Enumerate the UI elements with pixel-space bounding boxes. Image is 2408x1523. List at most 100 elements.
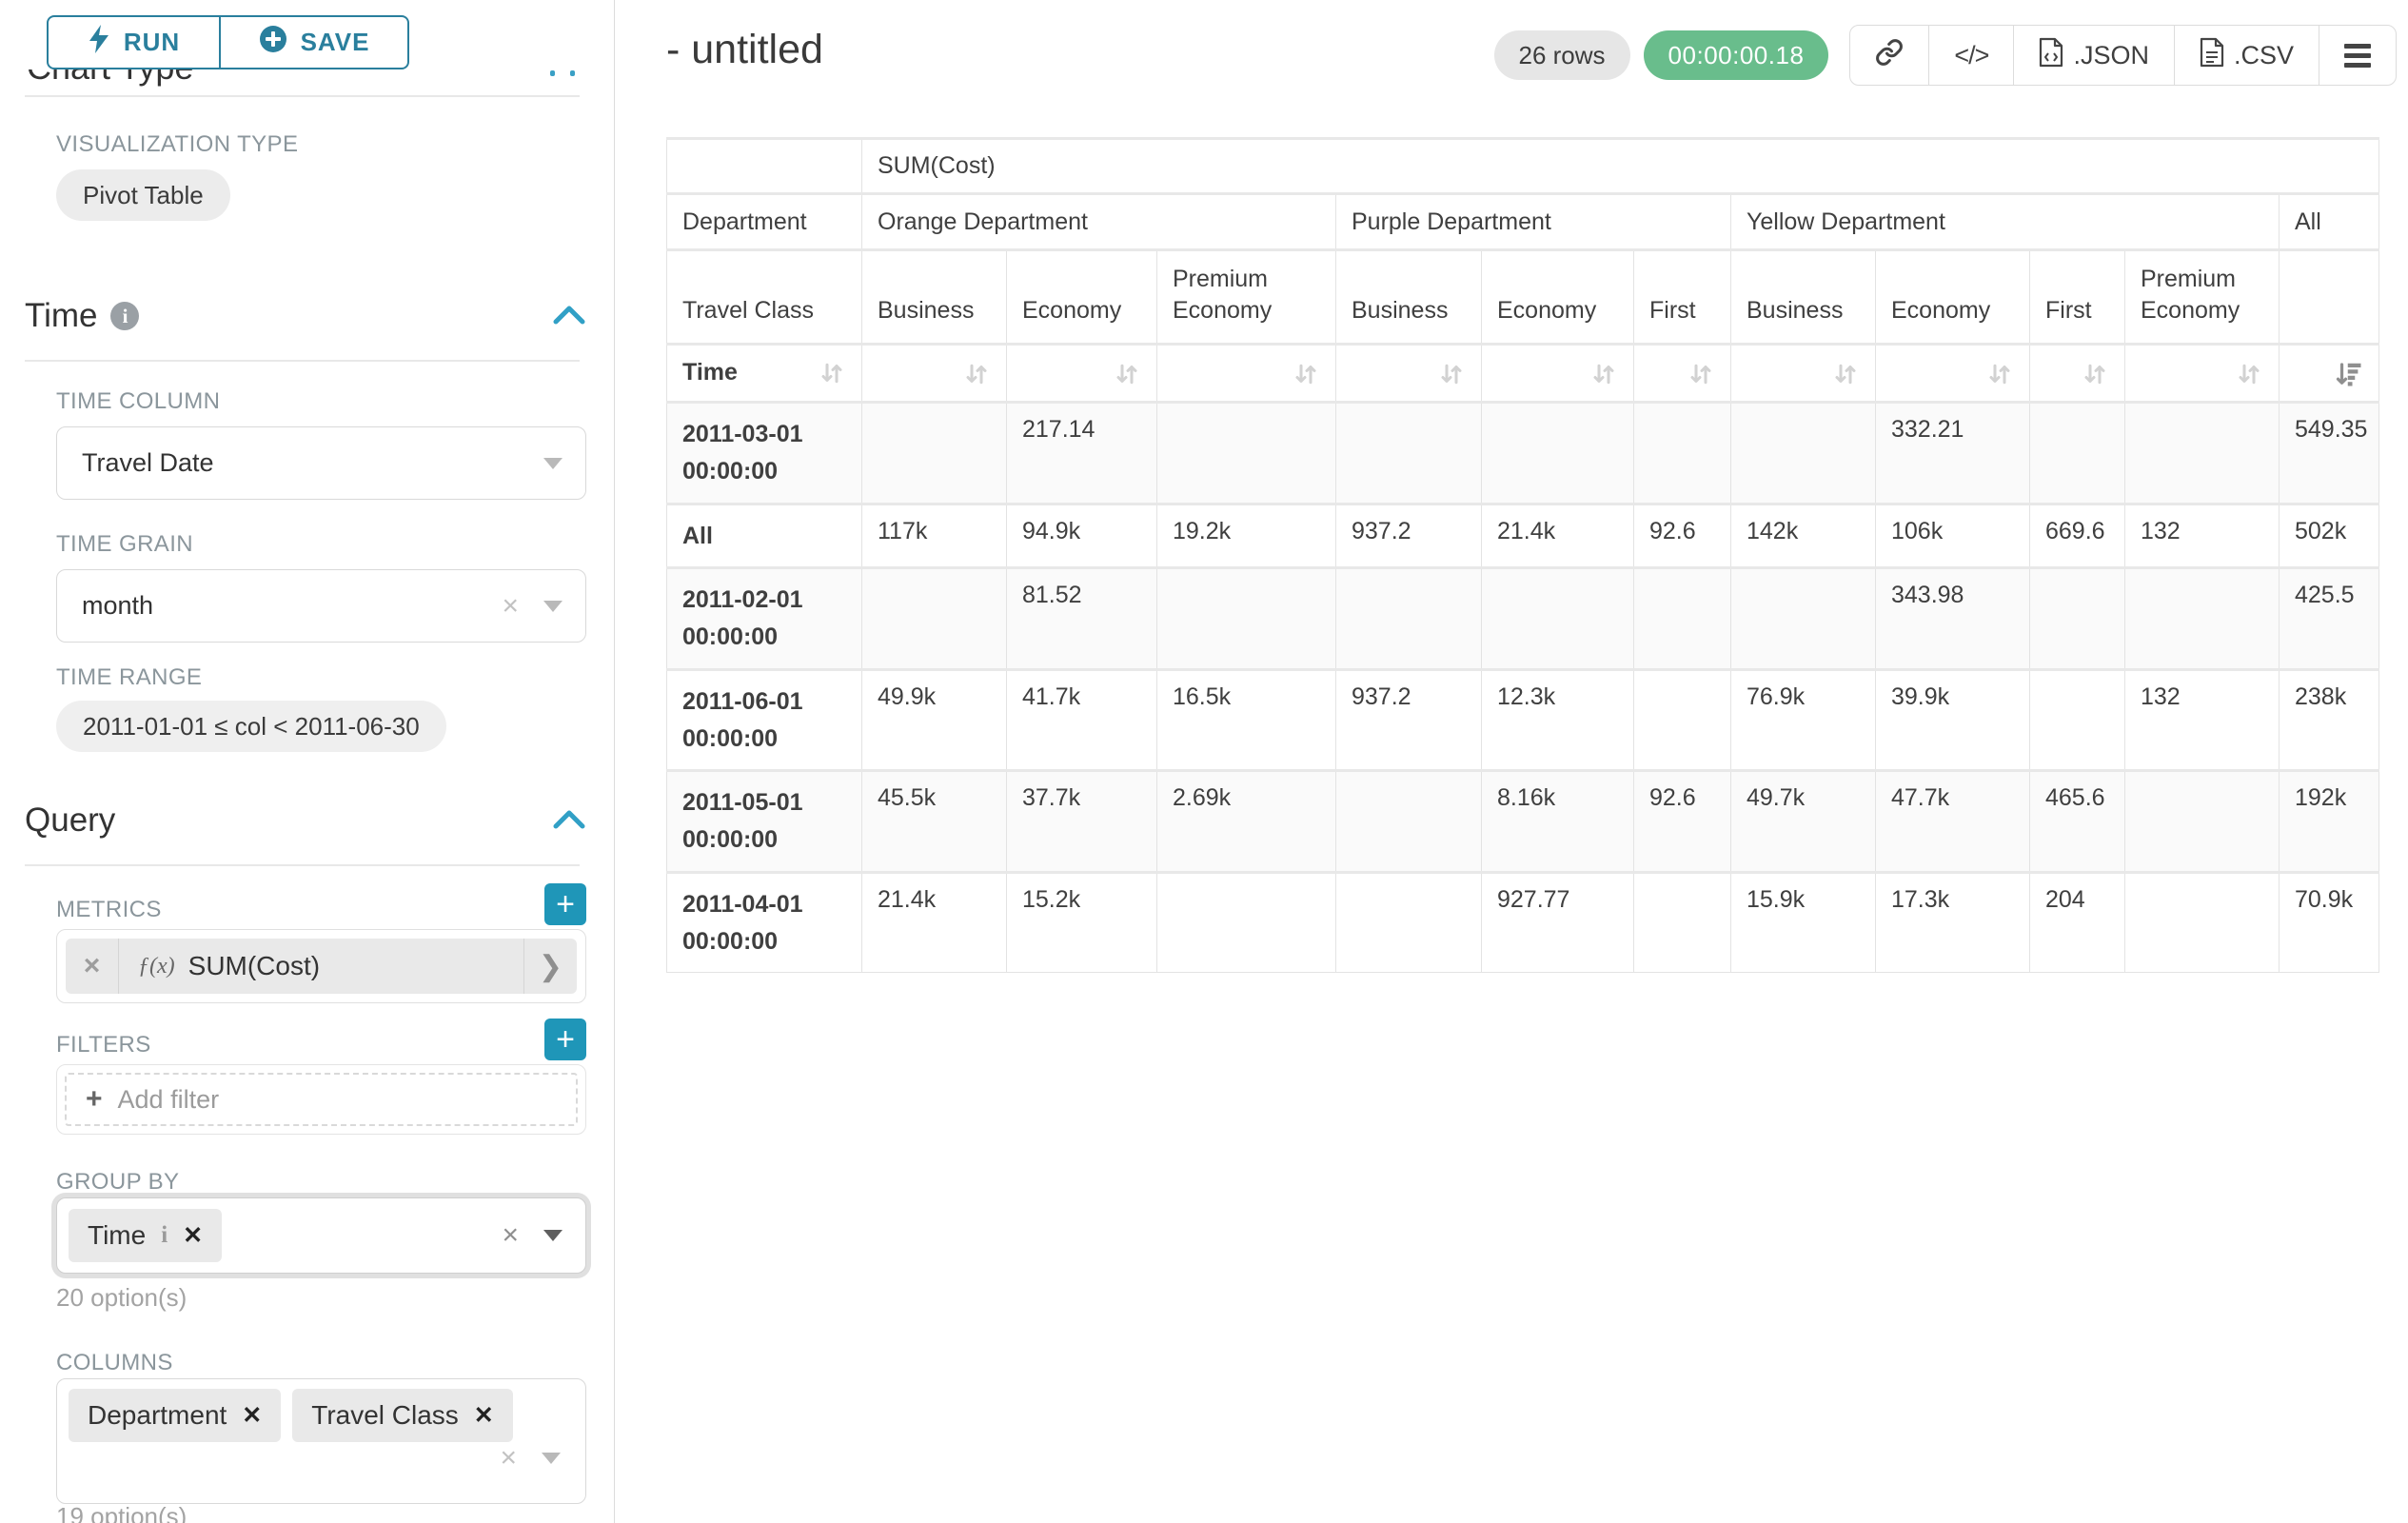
pivot-value-cell: 21.4k xyxy=(1482,504,1634,568)
pivot-value-cell xyxy=(1482,568,1634,670)
plus-icon: + xyxy=(86,1083,103,1116)
sort-icon[interactable] xyxy=(1292,360,1320,388)
sort-cell[interactable] xyxy=(1482,345,1634,403)
pivot-value-cell xyxy=(1634,669,1731,771)
chevron-right-icon[interactable]: ❯ xyxy=(523,939,577,994)
info-icon: i xyxy=(161,1222,168,1249)
pivot-department-group: All xyxy=(2280,194,2379,250)
sort-icon[interactable] xyxy=(962,360,991,388)
columns-tag[interactable]: Travel Class ✕ xyxy=(292,1389,513,1442)
pivot-table: SUM(Cost)DepartmentOrange DepartmentPurp… xyxy=(666,137,2379,973)
function-icon: ƒ(x) xyxy=(138,954,175,979)
sort-cell[interactable] xyxy=(1634,345,1731,403)
visualization-type-pill[interactable]: Pivot Table xyxy=(56,169,230,221)
pivot-value-cell: 343.98 xyxy=(1876,568,2030,670)
sort-desc-cell[interactable] xyxy=(2280,345,2379,403)
pivot-value-cell xyxy=(1634,403,1731,504)
clear-icon[interactable]: × xyxy=(502,1219,519,1252)
pivot-value-cell xyxy=(2125,568,2280,670)
sort-icon[interactable] xyxy=(818,359,846,387)
pivot-value-cell: 117k xyxy=(862,504,1007,568)
sort-cell[interactable] xyxy=(1731,345,1876,403)
sort-cell[interactable] xyxy=(1157,345,1336,403)
pivot-class-header: Economy xyxy=(1876,250,2030,345)
chevron-down-icon[interactable] xyxy=(543,1230,563,1241)
time-section-header[interactable]: Time i xyxy=(25,297,139,335)
pivot-corner-cell xyxy=(667,139,862,194)
pivot-value-cell: 17.3k xyxy=(1876,872,2030,973)
chart-header-actions: 26 rows 00:00:00.18 </> .JSON xyxy=(1494,25,2398,86)
sort-cell[interactable] xyxy=(1336,345,1482,403)
chevron-up-icon[interactable] xyxy=(550,70,588,78)
pivot-class-header xyxy=(2280,250,2379,345)
sort-icon[interactable] xyxy=(1687,360,1715,388)
pivot-table-container: SUM(Cost)DepartmentOrange DepartmentPurp… xyxy=(666,137,2379,973)
export-json-label: .JSON xyxy=(2073,41,2149,70)
sort-cell[interactable] xyxy=(1876,345,2030,403)
sort-icon[interactable] xyxy=(1437,360,1466,388)
columns-select[interactable]: Department ✕ Travel Class ✕ × xyxy=(56,1378,586,1504)
pivot-value-cell: 16.5k xyxy=(1157,669,1336,771)
pivot-value-cell: 12.3k xyxy=(1482,669,1634,771)
columns-tag[interactable]: Department ✕ xyxy=(69,1389,281,1442)
sort-icon[interactable] xyxy=(1831,360,1860,388)
clear-icon[interactable]: × xyxy=(500,1442,517,1474)
pivot-value-cell xyxy=(862,568,1007,670)
time-column-select[interactable]: Travel Date xyxy=(56,426,586,500)
save-button[interactable]: SAVE xyxy=(220,15,409,69)
pivot-value-cell: 39.9k xyxy=(1876,669,2030,771)
sort-cell[interactable] xyxy=(2030,345,2125,403)
sort-icon[interactable] xyxy=(2081,360,2109,388)
pivot-value-cell: 81.52 xyxy=(1007,568,1157,670)
remove-tag-icon[interactable]: ✕ xyxy=(242,1401,262,1430)
sort-icon[interactable] xyxy=(1985,360,2014,388)
more-options-button[interactable] xyxy=(2319,26,2396,85)
columns-options-note: 19 option(s) xyxy=(56,1502,187,1523)
sort-cell[interactable] xyxy=(2125,345,2280,403)
add-metric-button[interactable]: + xyxy=(544,883,586,925)
metrics-label: METRICS xyxy=(56,897,162,923)
plus-circle-icon xyxy=(259,25,287,60)
time-grain-select[interactable]: month × xyxy=(56,569,586,643)
remove-metric-icon[interactable]: × xyxy=(66,939,119,994)
metric-pill[interactable]: × ƒ(x) SUM(Cost) ❯ xyxy=(66,939,577,994)
sort-icon[interactable] xyxy=(2235,360,2263,388)
sort-icon[interactable] xyxy=(1589,360,1618,388)
add-filter-field[interactable]: + Add filter xyxy=(65,1073,578,1126)
chevron-down-icon[interactable] xyxy=(543,458,563,469)
chevron-down-icon[interactable] xyxy=(542,1453,561,1464)
pivot-data-row: 2011-02-01 00:00:0081.52343.98425.5 xyxy=(667,568,2379,670)
remove-tag-icon[interactable]: ✕ xyxy=(474,1401,494,1430)
add-filter-button[interactable]: + xyxy=(544,1019,586,1060)
chevron-down-icon[interactable] xyxy=(543,601,563,612)
embed-code-button[interactable]: </> xyxy=(1928,26,2013,85)
pivot-value-cell: 332.21 xyxy=(1876,403,2030,504)
add-filter-placeholder: Add filter xyxy=(118,1085,220,1115)
pivot-value-cell: 927.77 xyxy=(1482,872,1634,973)
columns-label: COLUMNS xyxy=(56,1350,173,1376)
pivot-value-cell: 142k xyxy=(1731,504,1876,568)
clear-icon[interactable]: × xyxy=(502,590,519,623)
group-by-label: GROUP BY xyxy=(56,1169,179,1196)
sort-cell[interactable] xyxy=(1007,345,1157,403)
sort-icon[interactable] xyxy=(1113,360,1141,388)
share-link-button[interactable] xyxy=(1850,26,1928,85)
pivot-row-label: 2011-05-01 00:00:00 xyxy=(667,771,862,873)
chart-title[interactable]: - untitled xyxy=(666,27,823,73)
group-by-select[interactable]: Time i ✕ × xyxy=(56,1197,586,1274)
time-collapse-button[interactable] xyxy=(552,303,586,331)
export-csv-button[interactable]: .CSV xyxy=(2174,26,2319,85)
pivot-value-cell: 92.6 xyxy=(1634,504,1731,568)
query-section-header[interactable]: Query xyxy=(25,801,115,840)
sort-cell[interactable] xyxy=(862,345,1007,403)
time-range-pill[interactable]: 2011-01-01 ≤ col < 2011-06-30 xyxy=(56,701,446,752)
group-by-tag[interactable]: Time i ✕ xyxy=(69,1209,222,1262)
run-button[interactable]: RUN xyxy=(47,15,220,69)
columns-tag-label: Department xyxy=(88,1400,227,1431)
export-json-button[interactable]: .JSON xyxy=(2013,26,2174,85)
sort-descending-icon[interactable] xyxy=(2335,360,2363,388)
group-by-tag-label: Time xyxy=(88,1220,146,1251)
query-collapse-button[interactable] xyxy=(552,807,586,836)
remove-tag-icon[interactable]: ✕ xyxy=(183,1221,203,1250)
query-actions-bar: RUN SAVE xyxy=(0,0,614,69)
